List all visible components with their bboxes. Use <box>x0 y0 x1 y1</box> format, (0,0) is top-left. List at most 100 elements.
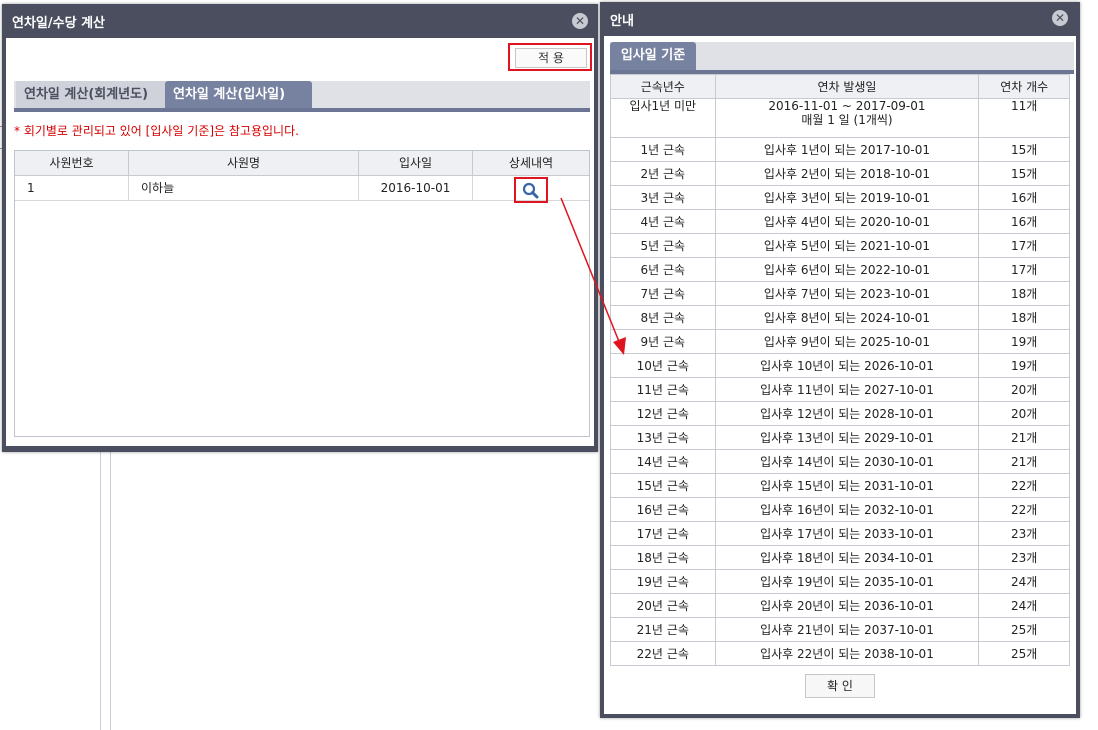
tab-hire-date[interactable]: 연차일 계산(입사일) <box>165 81 312 108</box>
detail-highlight <box>514 177 548 203</box>
cell-years: 20년 근속 <box>610 593 716 618</box>
cell-count: 18개 <box>978 281 1070 306</box>
cell-date: 입사후 18년이 되는 2034-10-01 <box>714 545 980 570</box>
cell-date: 입사후 11년이 되는 2027-10-01 <box>714 377 980 402</box>
table-row: 입사1년 미만 2016-11-01 ~ 2017-09-01 매월 1 일 (1개… <box>610 98 1070 138</box>
cell-count: 23개 <box>978 521 1070 546</box>
tab-hire-date-basis[interactable]: 입사일 기준 <box>610 42 696 70</box>
dialog-titlebar: 연차일/수당 계산 ✕ <box>2 4 598 38</box>
cell-date: 입사후 21년이 되는 2037-10-01 <box>714 617 980 642</box>
cell-years: 19년 근속 <box>610 569 716 594</box>
cell-years: 5년 근속 <box>610 233 716 258</box>
cell-count: 18개 <box>978 305 1070 330</box>
table-row: 14년 근속 입사후 14년이 되는 2030-10-01 21개 <box>610 449 1070 474</box>
leave-rule-table: 근속년수 연차 발생일 연차 개수 입사1년 미만 2016-11-01 ~ 20… <box>610 74 1070 666</box>
cell-date: 입사후 22년이 되는 2038-10-01 <box>714 641 980 666</box>
table-row: 18년 근속 입사후 18년이 되는 2034-10-01 23개 <box>610 545 1070 570</box>
column-header-hire-date[interactable]: 입사일 <box>359 151 473 175</box>
search-icon[interactable] <box>516 179 546 201</box>
cell-count: 25개 <box>978 617 1070 642</box>
annual-leave-calc-dialog: 연차일/수당 계산 ✕ 적 용 연차일 계산(회계년도) 연차일 계산(입사일)… <box>2 4 598 452</box>
column-header-emp-no[interactable]: 사원번호 <box>15 151 129 175</box>
cell-years: 2년 근속 <box>610 161 716 186</box>
cell-count: 19개 <box>978 329 1070 354</box>
cell-date: 입사후 4년이 되는 2020-10-01 <box>714 209 980 234</box>
cell-count: 25개 <box>978 641 1070 666</box>
cell-years: 7년 근속 <box>610 281 716 306</box>
confirm-button[interactable]: 확 인 <box>805 674 875 698</box>
cell-years: 3년 근속 <box>610 185 716 210</box>
cell-years: 8년 근속 <box>610 305 716 330</box>
cell-years: 13년 근속 <box>610 425 716 450</box>
cell-date: 입사후 17년이 되는 2033-10-01 <box>714 521 980 546</box>
notice-text: * 회기별로 관리되고 있어 [입사일 기준]은 참고용입니다. <box>14 124 299 138</box>
cell-date-line: 2016-11-01 ~ 2017-09-01 <box>768 99 926 113</box>
cell-count: 16개 <box>978 209 1070 234</box>
close-icon[interactable]: ✕ <box>1052 10 1068 26</box>
cell-count: 24개 <box>978 593 1070 618</box>
dialog-body: 적 용 연차일 계산(회계년도) 연차일 계산(입사일) * 회기별로 관리되고… <box>6 38 594 446</box>
cell-date: 입사후 6년이 되는 2022-10-01 <box>714 257 980 282</box>
column-header-name[interactable]: 사원명 <box>129 151 359 175</box>
cell-years: 21년 근속 <box>610 617 716 642</box>
cell-date: 입사후 15년이 되는 2031-10-01 <box>714 473 980 498</box>
cell-count: 19개 <box>978 353 1070 378</box>
table-row: 2년 근속 입사후 2년이 되는 2018-10-01 15개 <box>610 161 1070 186</box>
cell-date: 2016-11-01 ~ 2017-09-01 매월 1 일 (1개씩) <box>714 98 980 138</box>
cell-emp-no: 1 <box>15 176 129 200</box>
cell-date: 입사후 2년이 되는 2018-10-01 <box>714 161 980 186</box>
dialog-title: 연차일/수당 계산 <box>12 16 105 31</box>
cell-years: 18년 근속 <box>610 545 716 570</box>
table-row: 12년 근속 입사후 12년이 되는 2028-10-01 20개 <box>610 401 1070 426</box>
cell-years: 4년 근속 <box>610 209 716 234</box>
close-icon[interactable]: ✕ <box>572 13 588 29</box>
cell-count: 22개 <box>978 497 1070 522</box>
cell-date: 입사후 16년이 되는 2032-10-01 <box>714 497 980 522</box>
cell-date: 입사후 19년이 되는 2035-10-01 <box>714 569 980 594</box>
cell-name: 이하늘 <box>129 176 359 200</box>
table-row: 3년 근속 입사후 3년이 되는 2019-10-01 16개 <box>610 185 1070 210</box>
tab-fiscal-year[interactable]: 연차일 계산(회계년도) <box>16 81 171 108</box>
apply-button[interactable]: 적 용 <box>515 48 587 68</box>
cell-date: 입사후 1년이 되는 2017-10-01 <box>714 137 980 162</box>
table-row: 11년 근속 입사후 11년이 되는 2027-10-01 20개 <box>610 377 1070 402</box>
cell-years: 입사1년 미만 <box>610 98 716 138</box>
table-row[interactable]: 1 이하늘 2016-10-01 <box>15 176 589 201</box>
table-row: 17년 근속 입사후 17년이 되는 2033-10-01 23개 <box>610 521 1070 546</box>
table-row: 10년 근속 입사후 10년이 되는 2026-10-01 19개 <box>610 353 1070 378</box>
table-row: 20년 근속 입사후 20년이 되는 2036-10-01 24개 <box>610 593 1070 618</box>
table-row: 7년 근속 입사후 7년이 되는 2023-10-01 18개 <box>610 281 1070 306</box>
table-row: 19년 근속 입사후 19년이 되는 2035-10-01 24개 <box>610 569 1070 594</box>
cell-date: 입사후 10년이 되는 2026-10-01 <box>714 353 980 378</box>
column-header-detail[interactable]: 상세내역 <box>473 151 589 175</box>
cell-date-line: 매월 1 일 (1개씩) <box>801 113 893 127</box>
cell-date: 입사후 12년이 되는 2028-10-01 <box>714 401 980 426</box>
table-row: 21년 근속 입사후 21년이 되는 2037-10-01 25개 <box>610 617 1070 642</box>
cell-count: 15개 <box>978 161 1070 186</box>
cell-years: 10년 근속 <box>610 353 716 378</box>
cell-date: 입사후 3년이 되는 2019-10-01 <box>714 185 980 210</box>
dialog-body: 입사일 기준 근속년수 연차 발생일 연차 개수 입사1년 미만 2016-11-… <box>604 36 1076 714</box>
cell-hire-date: 2016-10-01 <box>359 176 473 200</box>
apply-highlight: 적 용 <box>508 43 592 71</box>
cell-count: 20개 <box>978 401 1070 426</box>
cell-years: 9년 근속 <box>610 329 716 354</box>
employee-grid: 사원번호 사원명 입사일 상세내역 1 이하늘 2016-10-01 <box>14 150 590 437</box>
table-row: 1년 근속 입사후 1년이 되는 2017-10-01 15개 <box>610 137 1070 162</box>
cell-years: 16년 근속 <box>610 497 716 522</box>
table-row: 15년 근속 입사후 15년이 되는 2031-10-01 22개 <box>610 473 1070 498</box>
table-row: 22년 근속 입사후 22년이 되는 2038-10-01 25개 <box>610 641 1070 666</box>
cell-date: 입사후 7년이 되는 2023-10-01 <box>714 281 980 306</box>
dialog-title: 안내 <box>610 14 634 29</box>
cell-years: 17년 근속 <box>610 521 716 546</box>
cell-count: 11개 <box>978 98 1070 138</box>
cell-count: 20개 <box>978 377 1070 402</box>
tab-bar: 입사일 기준 <box>610 42 1074 74</box>
table-row: 8년 근속 입사후 8년이 되는 2024-10-01 18개 <box>610 305 1070 330</box>
table-row: 5년 근속 입사후 5년이 되는 2021-10-01 17개 <box>610 233 1070 258</box>
grid-header: 사원번호 사원명 입사일 상세내역 <box>15 151 589 176</box>
background-divider <box>100 450 101 730</box>
cell-count: 21개 <box>978 425 1070 450</box>
tab-bar: 연차일 계산(회계년도) 연차일 계산(입사일) <box>14 81 590 112</box>
cell-date: 입사후 14년이 되는 2030-10-01 <box>714 449 980 474</box>
